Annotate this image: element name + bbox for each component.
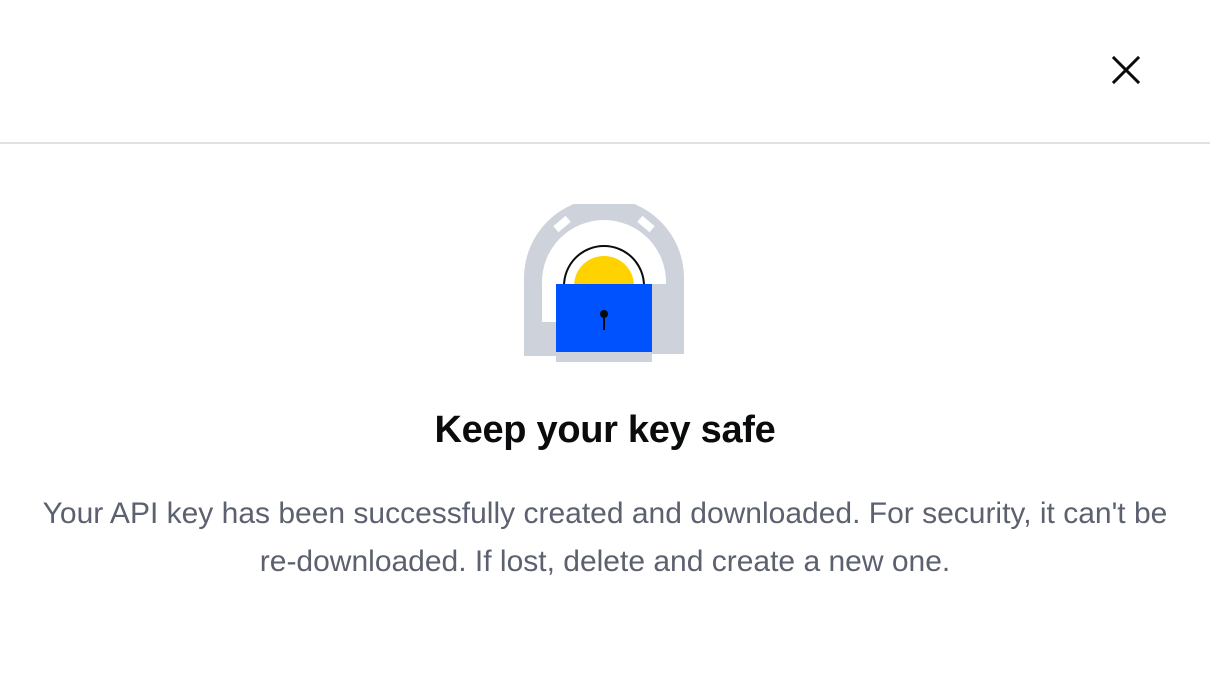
dialog-header — [0, 0, 1210, 144]
dialog-body: Keep your key safe Your API key has been… — [0, 144, 1210, 676]
dialog-description: Your API key has been successfully creat… — [42, 497, 1168, 578]
dialog-title: Keep your key safe — [434, 409, 776, 451]
api-key-dialog: Keep your key safe Your API key has been… — [0, 0, 1210, 676]
close-icon — [1110, 54, 1142, 86]
padlock-icon — [520, 198, 688, 372]
close-button[interactable] — [1102, 46, 1150, 94]
